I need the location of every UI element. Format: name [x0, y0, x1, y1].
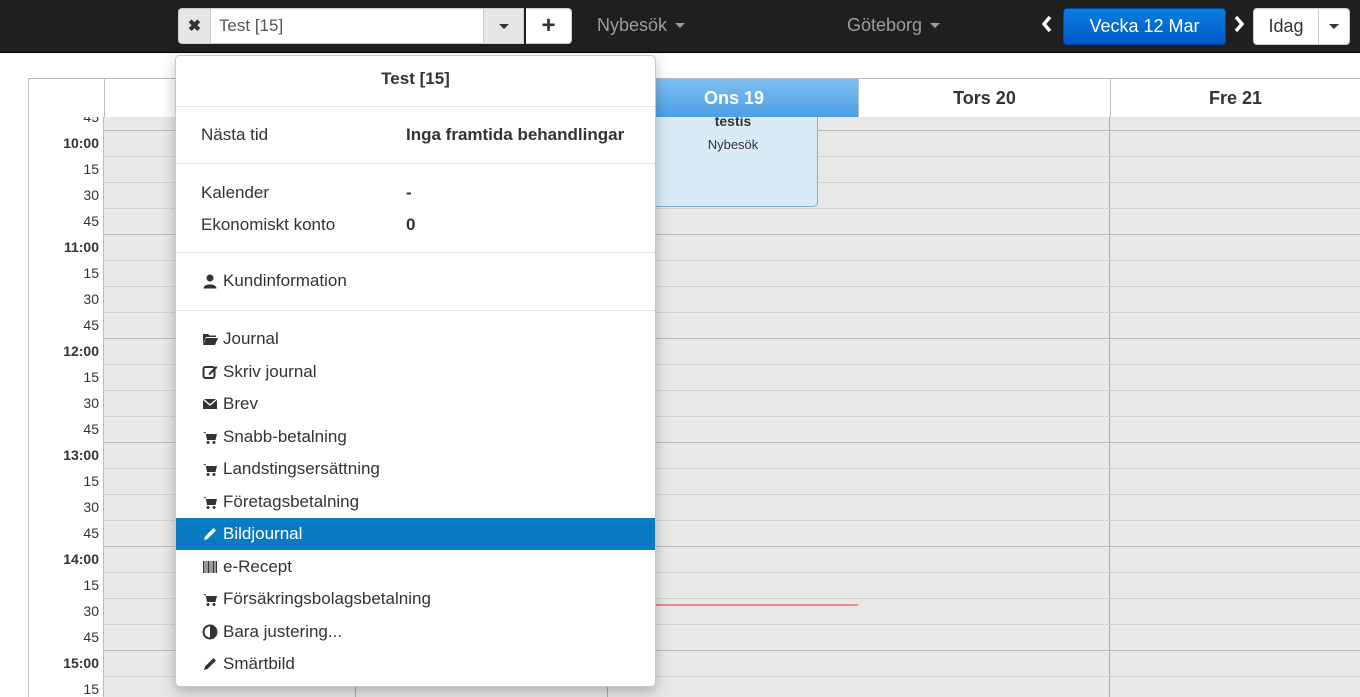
adjust-icon: [201, 623, 219, 641]
today-dropdown-toggle[interactable]: [1319, 8, 1350, 45]
account-row: Ekonomiskt konto 0: [201, 215, 416, 234]
visit-type-dropdown[interactable]: Nybesök: [597, 15, 686, 36]
pencil-icon: [201, 655, 219, 673]
time-label: 45: [83, 213, 99, 229]
pencil-icon: [201, 525, 219, 543]
day-column[interactable]: [858, 117, 1110, 697]
time-label: 15: [83, 369, 99, 385]
cart-icon: [201, 460, 219, 478]
time-label: 45: [83, 629, 99, 645]
folder-open-icon: [201, 330, 219, 348]
menu-item-label: Brev: [223, 394, 258, 413]
divider: [176, 310, 655, 311]
menu-item-bara-justering[interactable]: Bara justering...: [176, 616, 655, 648]
today-button-group: Idag: [1253, 8, 1350, 45]
next-appointment-row: Nästa tid Inga framtida behandlingar: [201, 125, 625, 144]
menu-item-e-recept[interactable]: e-Recept: [176, 551, 655, 583]
appointment-block[interactable]: testis Nybesök: [648, 117, 818, 207]
menu-item-smärtbild[interactable]: Smärtbild: [176, 648, 655, 680]
menu-item-försäkringsbolagsbetalning[interactable]: Försäkringsbolagsbetalning: [176, 583, 655, 615]
patient-dropdown-toggle[interactable]: [484, 8, 525, 44]
caret-down-icon: [675, 23, 686, 28]
menu-item-label: Snabb-betalning: [223, 426, 347, 446]
menu-item-kundinformation[interactable]: Kundinformation: [176, 265, 655, 297]
caret-down-icon: [498, 23, 509, 29]
cart-icon: [201, 428, 219, 446]
time-label: 10:00: [63, 135, 99, 151]
time-label: 14:00: [63, 551, 99, 567]
menu-item-label: Bildjournal: [223, 524, 303, 543]
time-label: 12:00: [63, 343, 99, 359]
divider: [176, 106, 655, 107]
divider: [176, 252, 655, 253]
caret-down-icon: [930, 23, 941, 28]
time-label: 15: [83, 265, 99, 281]
day-header[interactable]: Tors 20: [858, 79, 1110, 118]
calendar-row: Kalender -: [201, 183, 412, 202]
today-button[interactable]: Idag: [1253, 8, 1319, 45]
panel-title: Test [15]: [381, 69, 450, 88]
cart-icon: [201, 590, 219, 608]
time-label: 30: [83, 291, 99, 307]
add-patient-button[interactable]: +: [526, 8, 572, 44]
time-column: 45 10:00 15 30 45 11:00 15 30 45 12:00 15 30 45 13:00…: [28, 117, 104, 697]
menu-item-snabb-betalning[interactable]: Snabb-betalning: [176, 421, 655, 453]
patient-menu-panel: Test [15] Nästa tid Inga framtida behand…: [175, 55, 656, 687]
time-label: 11:00: [63, 239, 99, 255]
cart-icon: [201, 493, 219, 511]
top-navbar: ✖ Test [15] + Nybesök Göteborg Vecka 12 …: [0, 0, 1360, 53]
time-label: 15:00: [63, 655, 99, 671]
chevron-right-icon: [1234, 15, 1245, 33]
day-column[interactable]: [1110, 117, 1360, 697]
menu-item-label: Företagsbetalning: [223, 491, 360, 511]
time-label: 13:00: [63, 447, 99, 463]
time-label: 30: [83, 187, 99, 203]
appointment-title: testis: [714, 117, 752, 129]
time-label: 45: [83, 317, 99, 333]
menu-item-label: Försäkringsbolagsbetalning: [223, 589, 431, 608]
time-label: 15: [83, 161, 99, 177]
menu-item-företagsbetalning[interactable]: Företagsbetalning: [176, 486, 655, 518]
time-label: 30: [83, 603, 99, 619]
time-label: 45: [83, 525, 99, 541]
time-label: 45: [83, 421, 99, 437]
user-icon: [201, 272, 219, 290]
time-label: 45: [83, 117, 99, 125]
barcode-icon: [201, 558, 219, 576]
menu-item-label: Landstingsersättning: [223, 459, 380, 478]
menu-item-label: e-Recept: [223, 556, 292, 576]
menu-item-label: Smärtbild: [223, 654, 295, 673]
plus-icon: +: [541, 12, 556, 39]
divider: [176, 163, 655, 164]
time-column-header: [28, 79, 105, 118]
time-label: 15: [83, 577, 99, 593]
caret-down-icon: [1329, 24, 1339, 29]
menu-item-brev[interactable]: Brev: [176, 388, 655, 420]
appointment-type: Nybesök: [707, 137, 759, 152]
patient-input[interactable]: Test [15]: [210, 8, 485, 44]
close-icon: ✖: [187, 18, 202, 35]
day-header[interactable]: Fre 21: [1110, 79, 1360, 118]
chevron-left-icon: [1041, 15, 1052, 33]
edit-icon: [201, 363, 219, 381]
clear-patient-button[interactable]: ✖: [178, 8, 211, 44]
menu-item-skriv-journal[interactable]: Skriv journal: [176, 356, 655, 388]
menu-item-label: Journal: [223, 329, 279, 348]
time-label: 30: [83, 499, 99, 515]
time-label: 15: [83, 681, 99, 697]
time-label: 30: [83, 395, 99, 411]
patient-selector: ✖ Test [15] +: [178, 8, 572, 44]
menu-item-journal[interactable]: Journal: [176, 323, 655, 355]
prev-week-button[interactable]: [1041, 14, 1053, 40]
menu-item-landstingsersättning[interactable]: Landstingsersättning: [176, 453, 655, 485]
time-label: 15: [83, 473, 99, 489]
envelope-icon: [201, 395, 219, 413]
next-week-button[interactable]: [1233, 14, 1245, 40]
week-button[interactable]: Vecka 12 Mar: [1063, 8, 1226, 45]
location-dropdown[interactable]: Göteborg: [847, 15, 941, 36]
menu-item-label: Bara justering...: [223, 621, 343, 641]
menu-item-bildjournal[interactable]: Bildjournal: [176, 518, 655, 550]
menu-item-label: Skriv journal: [223, 361, 317, 381]
